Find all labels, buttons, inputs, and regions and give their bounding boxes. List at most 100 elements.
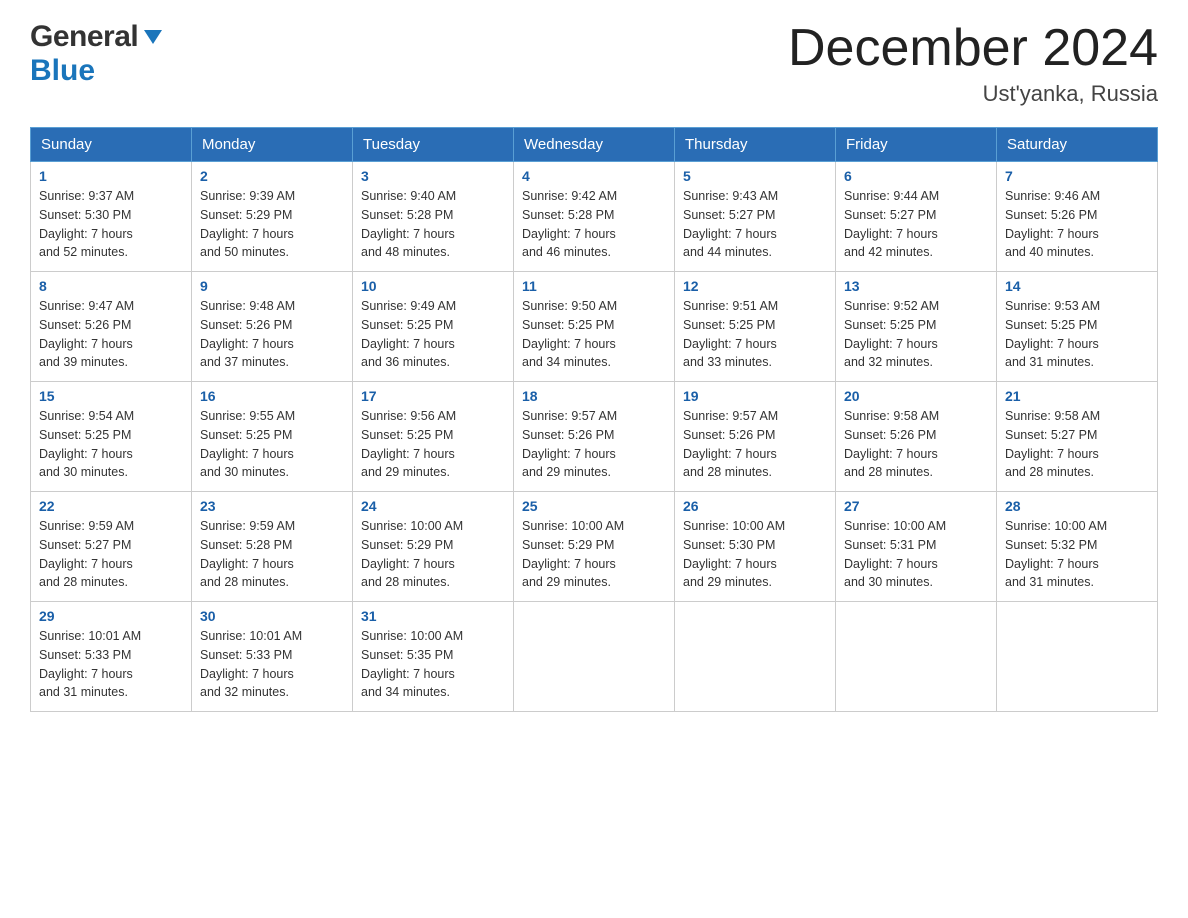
day-number: 13 bbox=[844, 278, 988, 294]
day-info: Sunrise: 9:59 AMSunset: 5:28 PMDaylight:… bbox=[200, 517, 344, 592]
day-info: Sunrise: 9:59 AMSunset: 5:27 PMDaylight:… bbox=[39, 517, 183, 592]
calendar-cell: 28Sunrise: 10:00 AMSunset: 5:32 PMDaylig… bbox=[997, 492, 1158, 602]
day-info: Sunrise: 9:53 AMSunset: 5:25 PMDaylight:… bbox=[1005, 297, 1149, 372]
day-number: 8 bbox=[39, 278, 183, 294]
day-number: 14 bbox=[1005, 278, 1149, 294]
day-number: 29 bbox=[39, 608, 183, 624]
calendar-cell: 13 Sunrise: 9:52 AMSunset: 5:25 PMDayligh… bbox=[836, 272, 997, 382]
calendar-cell: 23 Sunrise: 9:59 AMSunset: 5:28 PMDayligh… bbox=[192, 492, 353, 602]
calendar-week-row: 15Sunrise: 9:54 AMSunset: 5:25 PMDayligh… bbox=[31, 382, 1158, 492]
day-number: 20 bbox=[844, 388, 988, 404]
calendar-cell: 8Sunrise: 9:47 AMSunset: 5:26 PMDaylight… bbox=[31, 272, 192, 382]
day-number: 18 bbox=[522, 388, 666, 404]
calendar-cell: 20 Sunrise: 9:58 AMSunset: 5:26 PMDayligh… bbox=[836, 382, 997, 492]
calendar-cell: 14 Sunrise: 9:53 AMSunset: 5:25 PMDayligh… bbox=[997, 272, 1158, 382]
day-info: Sunrise: 9:52 AMSunset: 5:25 PMDaylight:… bbox=[844, 297, 988, 372]
day-number: 19 bbox=[683, 388, 827, 404]
day-number: 16 bbox=[200, 388, 344, 404]
day-info: Sunrise: 9:57 AMSunset: 5:26 PMDaylight:… bbox=[683, 407, 827, 482]
day-info: Sunrise: 9:40 AMSunset: 5:28 PMDaylight:… bbox=[361, 187, 505, 262]
calendar-cell: 9 Sunrise: 9:48 AMSunset: 5:26 PMDaylight… bbox=[192, 272, 353, 382]
month-title: December 2024 bbox=[788, 20, 1158, 77]
day-number: 26 bbox=[683, 498, 827, 514]
calendar-cell: 15Sunrise: 9:54 AMSunset: 5:25 PMDayligh… bbox=[31, 382, 192, 492]
day-info: Sunrise: 9:56 AMSunset: 5:25 PMDaylight:… bbox=[361, 407, 505, 482]
day-info: Sunrise: 10:00 AMSunset: 5:29 PMDaylight… bbox=[522, 517, 666, 592]
calendar-cell: 24Sunrise: 10:00 AMSunset: 5:29 PMDaylig… bbox=[353, 492, 514, 602]
day-of-week-header: Saturday bbox=[997, 128, 1158, 162]
day-info: Sunrise: 9:42 AMSunset: 5:28 PMDaylight:… bbox=[522, 187, 666, 262]
day-of-week-header: Monday bbox=[192, 128, 353, 162]
day-info: Sunrise: 9:43 AMSunset: 5:27 PMDaylight:… bbox=[683, 187, 827, 262]
day-number: 31 bbox=[361, 608, 505, 624]
day-info: Sunrise: 9:58 AMSunset: 5:26 PMDaylight:… bbox=[844, 407, 988, 482]
calendar-table: SundayMondayTuesdayWednesdayThursdayFrid… bbox=[30, 127, 1158, 712]
day-number: 4 bbox=[522, 168, 666, 184]
day-info: Sunrise: 10:00 AMSunset: 5:31 PMDaylight… bbox=[844, 517, 988, 592]
calendar-week-row: 22 Sunrise: 9:59 AMSunset: 5:27 PMDayligh… bbox=[31, 492, 1158, 602]
day-info: Sunrise: 9:49 AMSunset: 5:25 PMDaylight:… bbox=[361, 297, 505, 372]
calendar-cell: 21Sunrise: 9:58 AMSunset: 5:27 PMDayligh… bbox=[997, 382, 1158, 492]
calendar-header-row: SundayMondayTuesdayWednesdayThursdayFrid… bbox=[31, 128, 1158, 162]
day-info: Sunrise: 10:00 AMSunset: 5:30 PMDaylight… bbox=[683, 517, 827, 592]
page-header: General Blue December 2024 Ust'yanka, Ru… bbox=[30, 20, 1158, 107]
calendar-week-row: 1Sunrise: 9:37 AMSunset: 5:30 PMDaylight… bbox=[31, 162, 1158, 272]
location-title: Ust'yanka, Russia bbox=[788, 81, 1158, 107]
calendar-cell: 19 Sunrise: 9:57 AMSunset: 5:26 PMDayligh… bbox=[675, 382, 836, 492]
calendar-week-row: 8Sunrise: 9:47 AMSunset: 5:26 PMDaylight… bbox=[31, 272, 1158, 382]
day-number: 5 bbox=[683, 168, 827, 184]
day-of-week-header: Thursday bbox=[675, 128, 836, 162]
calendar-cell: 7 Sunrise: 9:46 AMSunset: 5:26 PMDaylight… bbox=[997, 162, 1158, 272]
title-area: December 2024 Ust'yanka, Russia bbox=[788, 20, 1158, 107]
day-info: Sunrise: 9:51 AMSunset: 5:25 PMDaylight:… bbox=[683, 297, 827, 372]
calendar-cell: 2 Sunrise: 9:39 AMSunset: 5:29 PMDaylight… bbox=[192, 162, 353, 272]
day-number: 9 bbox=[200, 278, 344, 294]
day-info: Sunrise: 10:01 AMSunset: 5:33 PMDaylight… bbox=[39, 627, 183, 702]
day-of-week-header: Sunday bbox=[31, 128, 192, 162]
calendar-cell: 6Sunrise: 9:44 AMSunset: 5:27 PMDaylight… bbox=[836, 162, 997, 272]
day-info: Sunrise: 9:54 AMSunset: 5:25 PMDaylight:… bbox=[39, 407, 183, 482]
day-info: Sunrise: 9:57 AMSunset: 5:26 PMDaylight:… bbox=[522, 407, 666, 482]
day-of-week-header: Friday bbox=[836, 128, 997, 162]
day-info: Sunrise: 9:46 AMSunset: 5:26 PMDaylight:… bbox=[1005, 187, 1149, 262]
calendar-cell: 17 Sunrise: 9:56 AMSunset: 5:25 PMDayligh… bbox=[353, 382, 514, 492]
calendar-cell: 27 Sunrise: 10:00 AMSunset: 5:31 PMDaylig… bbox=[836, 492, 997, 602]
day-number: 22 bbox=[39, 498, 183, 514]
calendar-cell bbox=[514, 602, 675, 712]
day-number: 2 bbox=[200, 168, 344, 184]
day-info: Sunrise: 9:58 AMSunset: 5:27 PMDaylight:… bbox=[1005, 407, 1149, 482]
logo-blue-text: Blue bbox=[30, 54, 95, 87]
calendar-cell: 11Sunrise: 9:50 AMSunset: 5:25 PMDayligh… bbox=[514, 272, 675, 382]
day-info: Sunrise: 9:55 AMSunset: 5:25 PMDaylight:… bbox=[200, 407, 344, 482]
day-number: 23 bbox=[200, 498, 344, 514]
day-number: 7 bbox=[1005, 168, 1149, 184]
calendar-body: 1Sunrise: 9:37 AMSunset: 5:30 PMDaylight… bbox=[31, 162, 1158, 712]
day-info: Sunrise: 10:00 AMSunset: 5:35 PMDaylight… bbox=[361, 627, 505, 702]
day-info: Sunrise: 9:48 AMSunset: 5:26 PMDaylight:… bbox=[200, 297, 344, 372]
calendar-cell bbox=[675, 602, 836, 712]
day-number: 6 bbox=[844, 168, 988, 184]
calendar-cell: 1Sunrise: 9:37 AMSunset: 5:30 PMDaylight… bbox=[31, 162, 192, 272]
calendar-cell: 10 Sunrise: 9:49 AMSunset: 5:25 PMDayligh… bbox=[353, 272, 514, 382]
calendar-cell bbox=[997, 602, 1158, 712]
calendar-week-row: 29 Sunrise: 10:01 AMSunset: 5:33 PMDaylig… bbox=[31, 602, 1158, 712]
calendar-cell: 4 Sunrise: 9:42 AMSunset: 5:28 PMDaylight… bbox=[514, 162, 675, 272]
calendar-cell: 22 Sunrise: 9:59 AMSunset: 5:27 PMDayligh… bbox=[31, 492, 192, 602]
day-number: 10 bbox=[361, 278, 505, 294]
day-number: 17 bbox=[361, 388, 505, 404]
day-of-week-header: Wednesday bbox=[514, 128, 675, 162]
day-number: 1 bbox=[39, 168, 183, 184]
day-number: 12 bbox=[683, 278, 827, 294]
day-number: 3 bbox=[361, 168, 505, 184]
calendar-cell: 26 Sunrise: 10:00 AMSunset: 5:30 PMDaylig… bbox=[675, 492, 836, 602]
day-info: Sunrise: 9:50 AMSunset: 5:25 PMDaylight:… bbox=[522, 297, 666, 372]
day-number: 25 bbox=[522, 498, 666, 514]
day-info: Sunrise: 9:39 AMSunset: 5:29 PMDaylight:… bbox=[200, 187, 344, 262]
calendar-cell: 16 Sunrise: 9:55 AMSunset: 5:25 PMDayligh… bbox=[192, 382, 353, 492]
logo-arrow-icon bbox=[142, 26, 164, 53]
day-number: 24 bbox=[361, 498, 505, 514]
calendar-cell: 5 Sunrise: 9:43 AMSunset: 5:27 PMDaylight… bbox=[675, 162, 836, 272]
calendar-cell: 25 Sunrise: 10:00 AMSunset: 5:29 PMDaylig… bbox=[514, 492, 675, 602]
calendar-cell: 3 Sunrise: 9:40 AMSunset: 5:28 PMDaylight… bbox=[353, 162, 514, 272]
day-number: 27 bbox=[844, 498, 988, 514]
